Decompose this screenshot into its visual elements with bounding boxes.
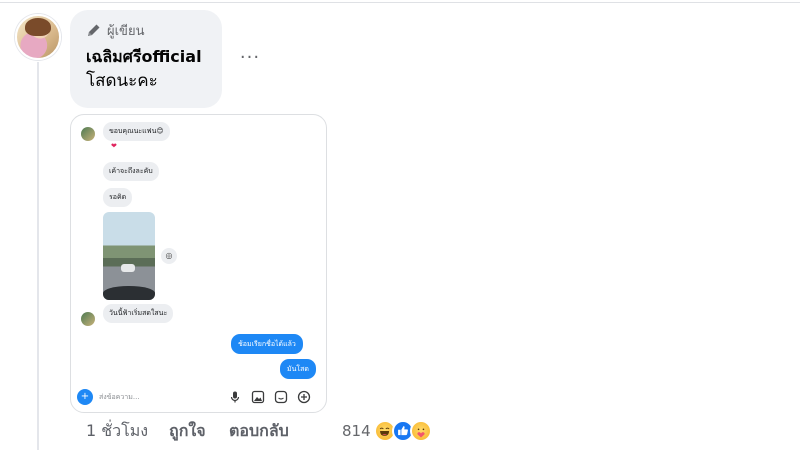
- reaction-icons[interactable]: [373, 420, 432, 442]
- chat-avatar: [81, 127, 95, 141]
- microphone-icon: [230, 391, 240, 403]
- author-name[interactable]: เฉลิมศรีofficial: [86, 45, 208, 69]
- composer-placeholder: ส่งข้อความ...: [99, 392, 140, 401]
- comment-actions: 1 ชั่วโมง ถูกใจ ตอบกลับ 814: [86, 417, 432, 445]
- reply-thread-line: [37, 62, 39, 450]
- pen-icon: [88, 24, 100, 36]
- add-icon: +: [77, 389, 93, 405]
- author-badge-row: ผู้เขียน: [86, 19, 208, 41]
- chat-message-in: เค้าจะถึงละคับ: [103, 162, 159, 181]
- chat-avatar: [81, 312, 95, 326]
- add-circle-icon: [297, 390, 311, 404]
- save-photo-icon: ◎: [161, 248, 177, 264]
- chat-message-in: ขอบคุณนะแฟน😊: [103, 122, 170, 141]
- chat-photo: [103, 212, 155, 300]
- gallery-icon: [251, 390, 265, 404]
- chat-message-out: มันโสด: [280, 359, 316, 379]
- car-shape: [121, 264, 135, 272]
- chat-message-in: รอคิด: [103, 188, 133, 207]
- author-avatar[interactable]: [15, 14, 61, 60]
- more-options-button[interactable]: ···: [236, 46, 264, 74]
- attached-chat-screenshot[interactable]: ขอบคุณนะแฟน😊 ❤ เค้าจะถึงละคับ รอคิด ◎ วั…: [70, 114, 327, 413]
- reaction-count[interactable]: 814: [342, 422, 371, 440]
- heart-icon: ❤: [111, 142, 117, 150]
- sticker-icon: [274, 390, 288, 404]
- top-divider: [0, 2, 800, 3]
- reply-button[interactable]: ตอบกลับ: [229, 419, 334, 444]
- author-badge: ผู้เขียน: [107, 23, 145, 39]
- dashboard-shape: [103, 286, 155, 300]
- chat-message-out: ช้อมเรียกชื่อได้แล้ว: [231, 334, 303, 354]
- chat-message-in: วันนี้ฟ้าเริ่มสดใสนะ: [103, 304, 174, 323]
- comment-timestamp[interactable]: 1 ชั่วโมง: [86, 419, 169, 444]
- chat-composer: + ส่งข้อความ...: [77, 387, 320, 407]
- comment-bubble: ผู้เขียน เฉลิมศรีofficial โสดนะคะ: [70, 10, 222, 108]
- like-button[interactable]: ถูกใจ: [169, 419, 229, 444]
- comment-text: โสดนะคะ: [86, 71, 158, 91]
- care-reaction-icon: [409, 420, 432, 442]
